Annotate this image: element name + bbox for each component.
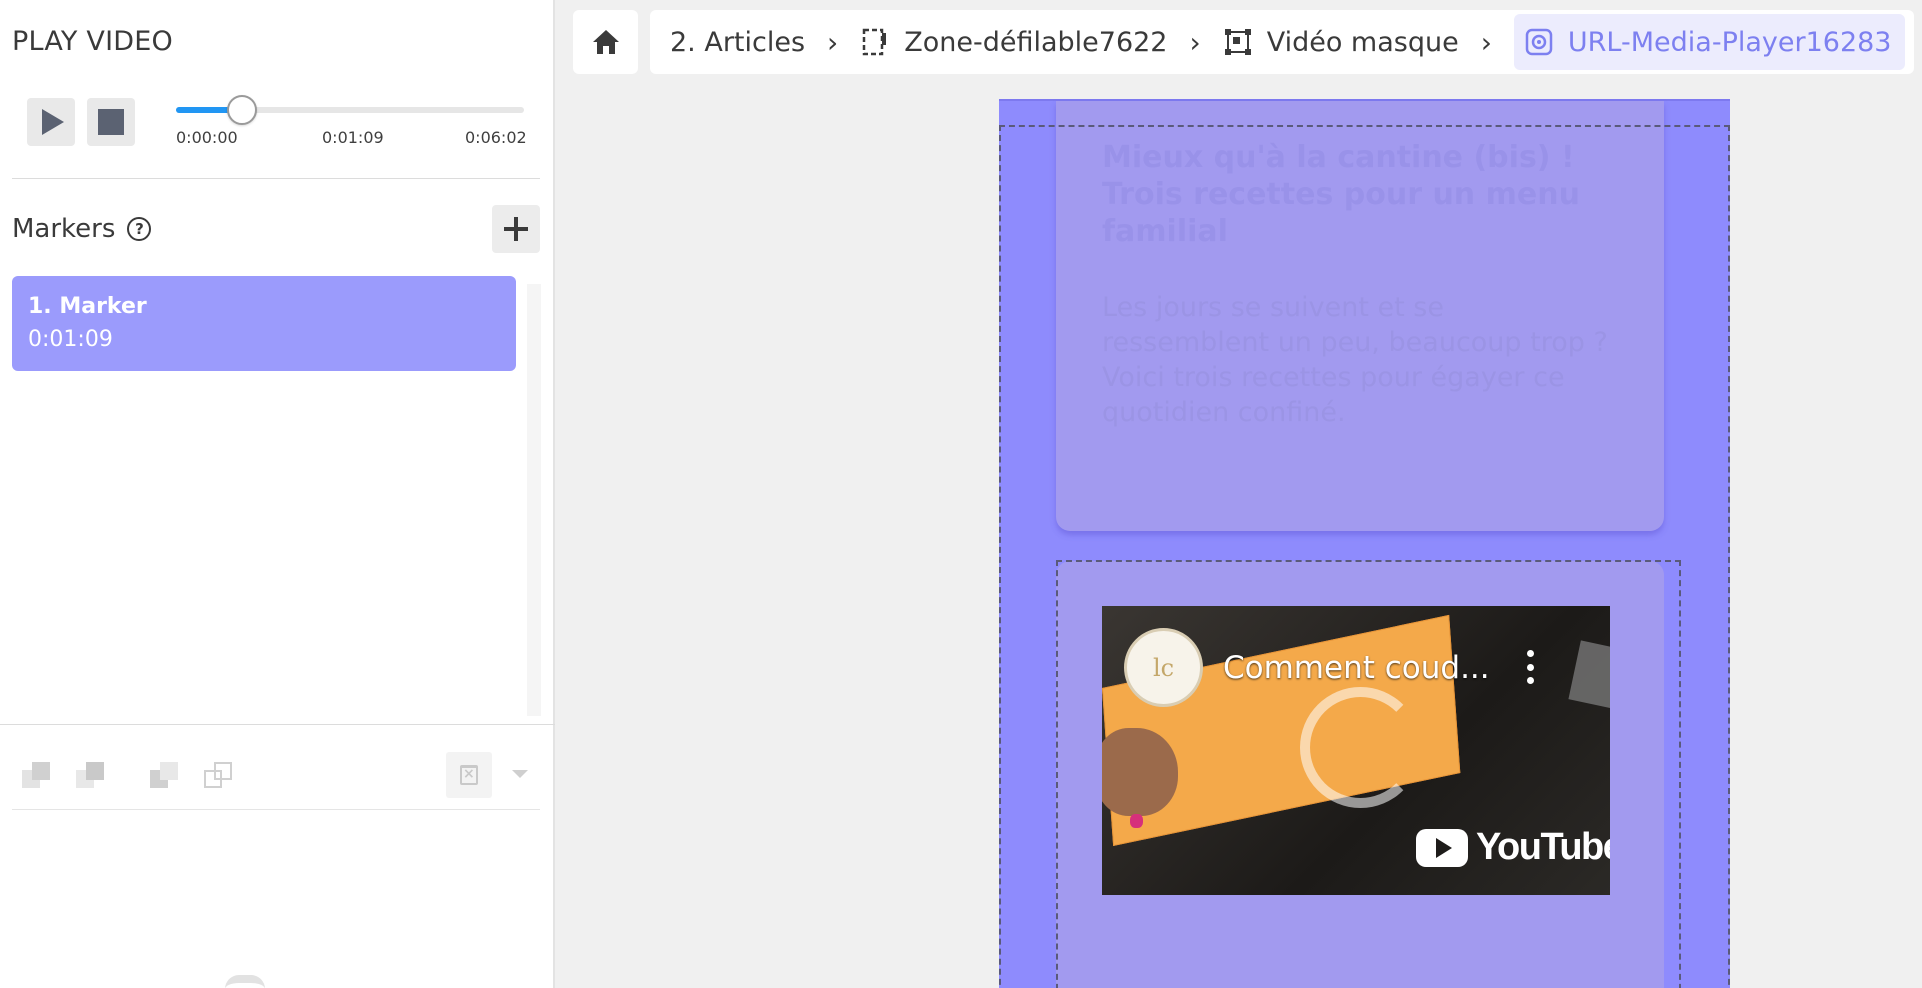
trash-icon xyxy=(460,765,478,785)
add-marker-button[interactable] xyxy=(492,205,540,253)
divider xyxy=(12,809,540,810)
stop-icon xyxy=(98,109,124,135)
empty-state-icon xyxy=(225,975,265,988)
marker-item[interactable]: 1. Marker 0:01:09 xyxy=(12,276,516,371)
panel-title: PLAY VIDEO xyxy=(12,26,173,57)
home-button[interactable] xyxy=(573,10,638,74)
plus-icon xyxy=(504,217,528,241)
timeline-thumb[interactable] xyxy=(227,95,258,125)
breadcrumb-item-video-mask[interactable]: Vidéo masque xyxy=(1223,27,1459,58)
chevron-right-icon: › xyxy=(1480,25,1492,59)
mask-frame-icon xyxy=(1223,27,1253,57)
timeline-slider[interactable] xyxy=(176,95,524,125)
divider xyxy=(12,178,540,179)
breadcrumb-item-scroll-zone[interactable]: Zone-défilable7622 xyxy=(860,27,1167,58)
chevron-right-icon: › xyxy=(827,25,839,59)
breadcrumb-label: URL-Media-Player16283 xyxy=(1567,26,1892,58)
breadcrumb-item-media-player[interactable]: URL-Media-Player16283 xyxy=(1513,14,1906,70)
play-button[interactable] xyxy=(27,98,75,146)
breadcrumb: 2. Articles › Zone-défilable7622 › Vidéo… xyxy=(650,10,1914,74)
stop-button[interactable] xyxy=(87,98,135,146)
markers-scrollbar[interactable] xyxy=(527,284,541,716)
question-circle-icon[interactable]: ? xyxy=(127,217,152,241)
play-icon xyxy=(42,109,64,135)
scroll-zone-icon xyxy=(860,27,890,57)
chevron-right-icon: › xyxy=(1189,25,1201,59)
time-current: 0:01:09 xyxy=(322,128,384,147)
breadcrumb-item-articles[interactable]: 2. Articles xyxy=(670,27,805,58)
breadcrumb-label: 2. Articles xyxy=(670,26,806,58)
breadcrumb-label: Vidéo masque xyxy=(1266,26,1459,58)
divider xyxy=(0,724,555,725)
media-player-icon xyxy=(1524,27,1554,57)
video-panel: PLAY VIDEO 0:00:00 0:01:09 0:06:02 Marke… xyxy=(0,0,555,988)
marker-time: 0:01:09 xyxy=(28,327,113,352)
markers-title: Markers xyxy=(12,214,116,244)
home-icon xyxy=(592,30,619,54)
send-to-back-icon[interactable] xyxy=(204,760,234,790)
marker-name: 1. Marker xyxy=(28,294,147,319)
breadcrumb-label: Zone-défilable7622 xyxy=(904,26,1168,58)
time-start: 0:00:00 xyxy=(176,128,238,147)
layer-toolbar xyxy=(22,752,542,798)
bring-to-front-icon[interactable] xyxy=(22,760,52,790)
delete-button[interactable] xyxy=(446,752,492,798)
video-mask-outline xyxy=(1056,560,1681,988)
send-backward-icon[interactable] xyxy=(150,760,180,790)
markers-header: Markers ? xyxy=(12,214,152,244)
time-end: 0:06:02 xyxy=(465,128,527,147)
bring-forward-icon[interactable] xyxy=(76,760,106,790)
chevron-down-icon[interactable] xyxy=(512,770,528,778)
design-canvas[interactable]: Mieux qu'à la cantine (bis) ! Trois rece… xyxy=(999,99,1730,988)
